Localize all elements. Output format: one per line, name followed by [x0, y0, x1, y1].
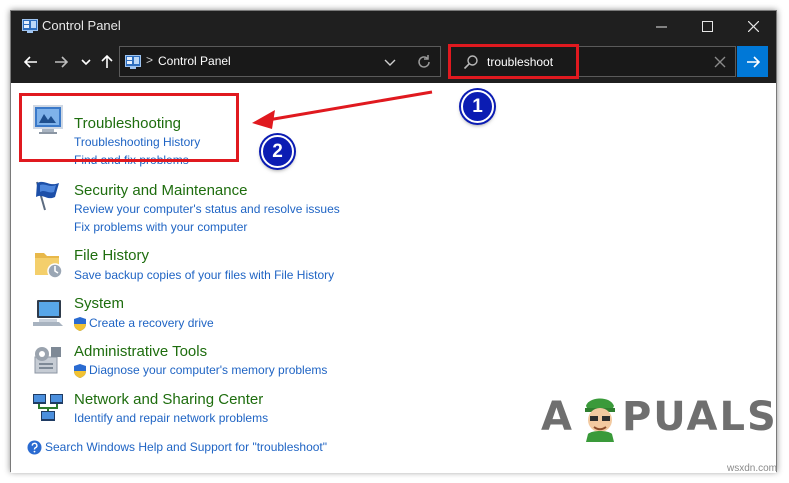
window-title: Control Panel: [42, 18, 121, 33]
mascot-icon: [584, 398, 615, 442]
security-flag-icon: [36, 181, 59, 211]
forward-button[interactable]: [49, 50, 73, 74]
watermark-letter: A: [541, 394, 574, 440]
site-watermark: wsxdn.com: [727, 463, 778, 474]
result-title[interactable]: Administrative Tools: [74, 343, 207, 360]
watermark-logo: A PUALS: [541, 392, 778, 442]
navigation-bar: > Control Panel: [11, 41, 776, 83]
back-button[interactable]: [19, 50, 43, 74]
close-button[interactable]: [730, 11, 776, 41]
step-badge-1: 1: [461, 90, 494, 123]
uac-shield-icon: [74, 317, 86, 331]
watermark-text: PUALS: [621, 394, 778, 440]
result-link[interactable]: Save backup copies of your files with Fi…: [74, 268, 334, 282]
result-link[interactable]: Review your computer's status and resolv…: [74, 202, 340, 216]
control-panel-icon: [125, 55, 141, 69]
arrow-up-icon: [101, 55, 113, 68]
result-link[interactable]: Diagnose your computer's memory problems: [89, 363, 327, 377]
uac-shield-icon: [74, 364, 86, 378]
file-history-icon: [35, 253, 63, 279]
arrow-right-icon: [746, 55, 760, 68]
result-link[interactable]: Identify and repair network problems: [74, 411, 268, 425]
clear-icon[interactable]: [713, 55, 727, 69]
system-computer-icon: [33, 300, 63, 326]
minimize-button[interactable]: [638, 11, 684, 41]
arrow-right-icon: [55, 56, 68, 68]
result-link[interactable]: Create a recovery drive: [89, 316, 214, 330]
chevron-down-icon[interactable]: [383, 55, 397, 69]
admin-tools-icon: [34, 347, 61, 374]
search-callout-box: [448, 44, 579, 79]
breadcrumb-control-panel[interactable]: Control Panel: [158, 54, 231, 68]
address-bar[interactable]: > Control Panel: [119, 46, 441, 77]
result-link[interactable]: Fix problems with your computer: [74, 220, 247, 234]
maximize-button[interactable]: [684, 11, 730, 41]
control-panel-icon: [22, 19, 38, 33]
minimize-icon: [655, 26, 667, 27]
arrow-left-icon: [24, 56, 37, 68]
title-bar: Control Panel: [11, 11, 776, 41]
refresh-icon[interactable]: [415, 53, 433, 71]
up-button[interactable]: [97, 50, 117, 74]
result-callout-box: [19, 93, 239, 162]
chevron-down-icon: [81, 58, 91, 65]
result-title[interactable]: System: [74, 295, 124, 312]
step-badge-2: 2: [261, 135, 294, 168]
network-icon: [33, 394, 63, 421]
result-title[interactable]: Security and Maintenance: [74, 182, 247, 199]
recent-locations-button[interactable]: [77, 50, 95, 74]
help-icon: [27, 440, 42, 455]
close-icon: [747, 20, 759, 32]
maximize-icon: [701, 20, 713, 32]
result-title[interactable]: File History: [74, 247, 149, 264]
search-go-button[interactable]: [737, 46, 768, 77]
breadcrumb-separator: >: [146, 53, 154, 67]
result-title[interactable]: Network and Sharing Center: [74, 391, 263, 408]
search-help-link[interactable]: Search Windows Help and Support for "tro…: [45, 440, 327, 454]
